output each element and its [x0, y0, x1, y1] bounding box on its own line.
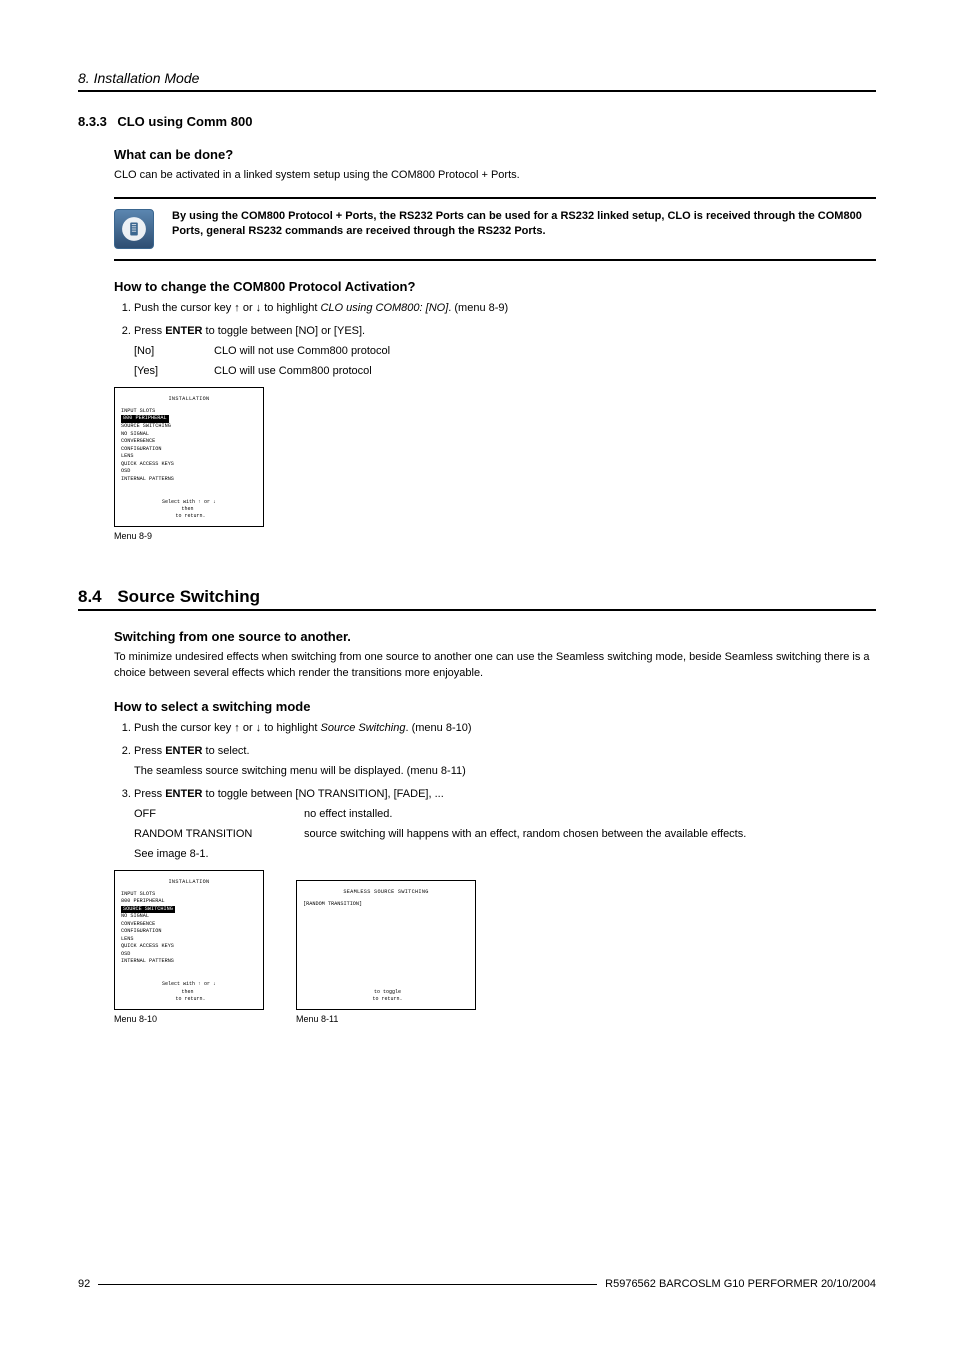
how-select-heading: How to select a switching mode: [114, 699, 876, 714]
step-1: Push the cursor key ↑ or ↓ to highlight …: [134, 300, 876, 317]
section-title: CLO using Comm 800: [117, 114, 252, 129]
menu-8-9-block: INSTALLATIONINPUT SLOTS800 PERIPHERALSOU…: [114, 387, 264, 541]
section-number: 8.3.3: [78, 114, 114, 129]
doc-id: R5976562 BARCOSLM G10 PERFORMER 20/10/20…: [597, 1278, 876, 1290]
what-can-be-done-heading: What can be done?: [114, 147, 876, 162]
menu-8-10-caption: Menu 8-10: [114, 1014, 264, 1024]
section-number: 8.4: [78, 587, 114, 607]
option-yes-desc: CLO will use Comm800 protocol: [214, 365, 876, 377]
effect-random-desc: source switching will happens with an ef…: [304, 828, 876, 840]
step-2: Press ENTER to toggle between [NO] or [Y…: [134, 323, 876, 340]
option-yes: [Yes] CLO will use Comm800 protocol: [134, 365, 876, 377]
switching-text: To minimize undesired effects when switc…: [114, 650, 876, 681]
menu-8-9-caption: Menu 8-9: [114, 531, 264, 541]
section-8-3-3: 8.3.3 CLO using Comm 800 What can be don…: [78, 114, 876, 541]
switching-heading: Switching from one source to another.: [114, 629, 876, 644]
step-1: Push the cursor key ↑ or ↓ to highlight …: [134, 720, 876, 737]
section-8-4: 8.4 Source Switching Switching from one …: [78, 587, 876, 1024]
chapter-header: 8. Installation Mode: [78, 70, 876, 92]
step-3: Press ENTER to toggle between [NO TRANSI…: [134, 786, 876, 803]
effect-random-label: RANDOM TRANSITION: [134, 828, 304, 840]
note-text: By using the COM800 Protocol + Ports, th…: [172, 209, 876, 249]
menu-8-10-block: INSTALLATIONINPUT SLOTS800 PERIPHERALSOU…: [114, 870, 264, 1024]
menu-8-11-panel: SEAMLESS SOURCE SWITCHING[RANDOM TRANSIT…: [296, 880, 476, 1010]
note-callout: By using the COM800 Protocol + Ports, th…: [114, 197, 876, 261]
effect-off-label: OFF: [134, 808, 304, 820]
option-yes-label: [Yes]: [134, 365, 214, 377]
menu-figures-833: INSTALLATIONINPUT SLOTS800 PERIPHERALSOU…: [114, 387, 876, 541]
menu-8-9-panel: INSTALLATIONINPUT SLOTS800 PERIPHERALSOU…: [114, 387, 264, 527]
effect-off-desc: no effect installed.: [304, 808, 876, 820]
see-image-note: See image 8-1.: [134, 848, 876, 860]
effect-random: RANDOM TRANSITION source switching will …: [134, 828, 876, 840]
page-footer: 92 R5976562 BARCOSLM G10 PERFORMER 20/10…: [78, 1284, 876, 1297]
step-2: Press ENTER to select. The seamless sour…: [134, 743, 876, 780]
how-change-heading: How to change the COM800 Protocol Activa…: [114, 279, 876, 294]
menu-8-11-caption: Menu 8-11: [296, 1014, 476, 1024]
option-no-label: [No]: [134, 345, 214, 357]
steps-list-84: Push the cursor key ↑ or ↓ to highlight …: [114, 720, 876, 802]
steps-list-833: Push the cursor key ↑ or ↓ to highlight …: [114, 300, 876, 339]
section-title: Source Switching: [117, 587, 260, 606]
step-2-sub: The seamless source switching menu will …: [134, 763, 876, 780]
note-icon: [114, 209, 154, 249]
menu-8-11-block: SEAMLESS SOURCE SWITCHING[RANDOM TRANSIT…: [296, 880, 476, 1024]
effect-off: OFF no effect installed.: [134, 808, 876, 820]
page-number: 92: [78, 1278, 98, 1290]
menu-8-10-panel: INSTALLATIONINPUT SLOTS800 PERIPHERALSOU…: [114, 870, 264, 1010]
menu-figures-84: INSTALLATIONINPUT SLOTS800 PERIPHERALSOU…: [114, 870, 876, 1024]
what-can-be-done-text: CLO can be activated in a linked system …: [114, 168, 876, 183]
section-8-4-heading: 8.4 Source Switching: [78, 587, 876, 611]
option-no-desc: CLO will not use Comm800 protocol: [214, 345, 876, 357]
option-no: [No] CLO will not use Comm800 protocol: [134, 345, 876, 357]
